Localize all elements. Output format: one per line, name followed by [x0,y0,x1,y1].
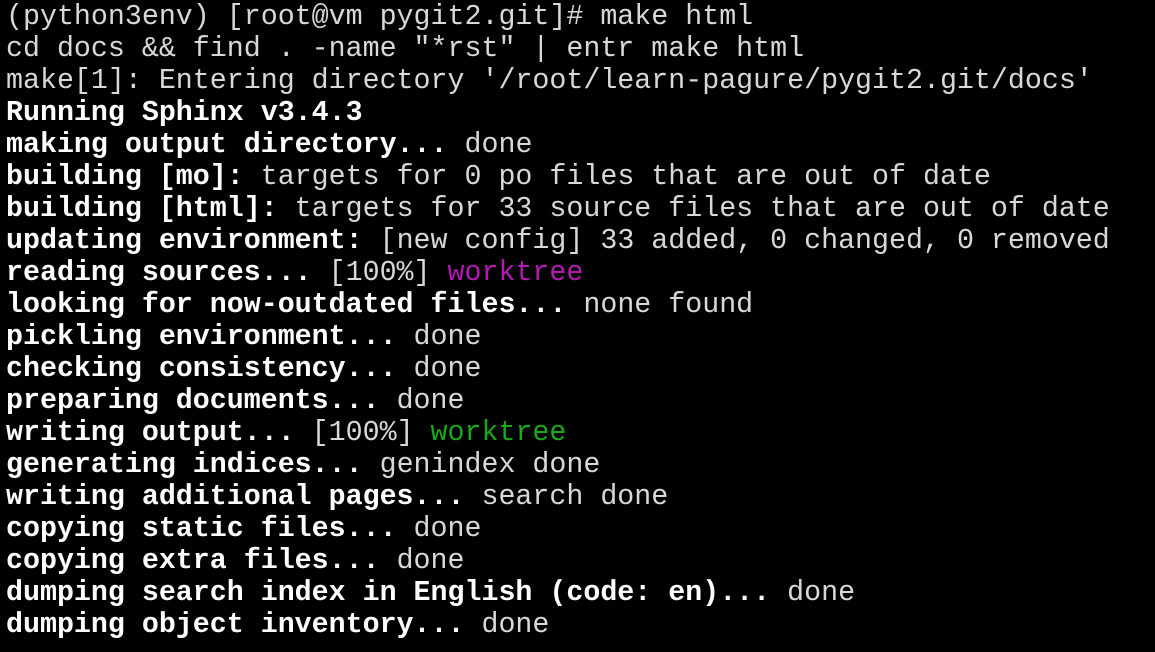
terminal-line: cd docs && find . -name "*rst" | entr ma… [6,33,1155,65]
output-text: none found [566,289,754,321]
output-bold-text: checking consistency... [6,353,397,385]
terminal-line: dumping search index in English (code: e… [6,577,1155,609]
terminal-line: making output directory... done [6,129,1155,161]
output-text: done [396,321,482,353]
terminal-line: building [mo]: targets for 0 po files th… [6,161,1155,193]
output-bold-text: copying extra files... [6,545,380,577]
output-bold-text: Running Sphinx v3.4.3 [6,97,363,129]
terminal-line: looking for now-outdated files... none f… [6,289,1155,321]
output-bold-text: building [mo]: [6,161,244,193]
output-text: genindex done [362,449,601,481]
output-bold-text: dumping object inventory... [6,609,465,641]
shell-prompt-command: (python3env) [root@vm pygit2.git]# make … [6,1,754,33]
output-bold-text: preparing documents... [6,385,380,417]
output-text: done [379,385,465,417]
output-bold-text: generating indices... [6,449,363,481]
output-bold-text: dumping search index in English (code: e… [6,577,771,609]
output-text: [100%] [311,257,448,289]
output-bold-text: reading sources... [6,257,312,289]
output-text: done [464,609,550,641]
terminal-window[interactable]: (python3env) [root@vm pygit2.git]# make … [0,0,1155,652]
output-bold-text: building [html]: [6,193,278,225]
output-text: done [379,545,465,577]
output-text: make[1]: Entering directory '/root/learn… [6,65,1093,97]
terminal-line: building [html]: targets for 33 source f… [6,193,1155,225]
output-magenta-text: worktree [447,257,584,289]
terminal-line: make[1]: Entering directory '/root/learn… [6,65,1155,97]
terminal-line: updating environment: [new config] 33 ad… [6,225,1155,257]
output-text: done [396,513,482,545]
terminal-line: writing additional pages... search done [6,481,1155,513]
output-text: targets for 0 po files that are out of d… [243,161,991,193]
output-text: cd docs && find . -name "*rst" | entr ma… [6,33,805,65]
terminal-line: copying extra files... done [6,545,1155,577]
output-text: targets for 33 source files that are out… [277,193,1110,225]
output-text: done [770,577,856,609]
output-text: [new config] 33 added, 0 changed, 0 remo… [362,225,1110,257]
terminal-line: checking consistency... done [6,353,1155,385]
output-bold-text: making output directory... [6,129,448,161]
output-text: done [447,129,533,161]
output-bold-text: writing additional pages... [6,481,465,513]
output-bold-text: updating environment: [6,225,363,257]
terminal-line-prompt: (python3env) [root@vm pygit2.git]# make … [6,1,1155,33]
terminal-line: pickling environment... done [6,321,1155,353]
output-green-text: worktree [430,417,567,449]
terminal-line: writing output... [100%] worktree [6,417,1155,449]
output-bold-text: writing output... [6,417,295,449]
terminal-line: preparing documents... done [6,385,1155,417]
terminal-line: reading sources... [100%] worktree [6,257,1155,289]
terminal-line: copying static files... done [6,513,1155,545]
terminal-line: dumping object inventory... done [6,609,1155,641]
terminal-line: generating indices... genindex done [6,449,1155,481]
output-bold-text: looking for now-outdated files... [6,289,567,321]
output-text: search done [464,481,669,513]
terminal-line: Running Sphinx v3.4.3 [6,97,1155,129]
output-bold-text: copying static files... [6,513,397,545]
output-text: [100%] [294,417,431,449]
output-text: done [396,353,482,385]
output-bold-text: pickling environment... [6,321,397,353]
